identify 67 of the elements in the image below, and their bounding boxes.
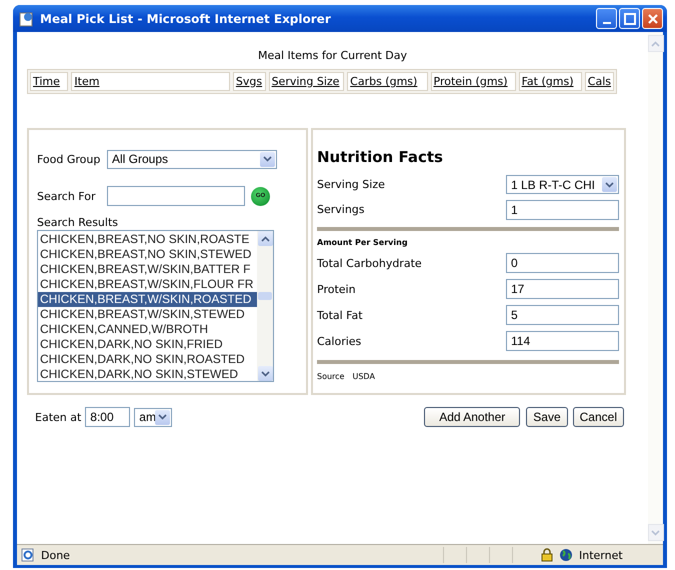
source-label: Source (317, 372, 344, 381)
column-header[interactable]: Time (30, 72, 68, 91)
section-label: Amount Per Serving (317, 238, 409, 247)
scroll-thumb[interactable] (258, 292, 272, 300)
minimize-button[interactable] (596, 8, 617, 29)
page-heading: Meal Items for Current Day (257, 48, 408, 64)
zone-text: Internet (579, 548, 624, 562)
field-label: Calories (317, 334, 362, 348)
list-item[interactable]: CHICKEN,BREAST,W/SKIN,BATTER F (38, 262, 257, 277)
scrollbar[interactable] (257, 231, 273, 381)
list-item[interactable]: CHICKEN,DARK,NO SKIN,FRIED (38, 337, 257, 352)
list-item[interactable]: CHICKEN,BREAST,NO SKIN,STEWED (38, 247, 257, 262)
column-header[interactable]: Carbs (gms) (347, 72, 428, 91)
column-header[interactable]: Svgs (232, 72, 266, 91)
list-item[interactable]: CHICKEN,DARK,NO SKIN,ROASTED (38, 352, 257, 367)
field-label: Serving Size (317, 178, 385, 191)
time-field[interactable]: 8:00 (85, 407, 130, 427)
action-button[interactable]: Save (526, 407, 568, 427)
column-header[interactable]: Serving Size (268, 72, 344, 91)
list-item[interactable]: CHICKEN,BREAST,NO SKIN,ROASTE (38, 232, 257, 247)
column-header[interactable]: Cals (584, 72, 614, 91)
scroll-down-icon (258, 366, 272, 381)
field-label: Food Group (37, 152, 102, 166)
close-button[interactable] (642, 8, 663, 29)
list-label: Search Results (37, 216, 120, 229)
field-label: Total Fat (317, 308, 363, 322)
maximize-icon (624, 12, 636, 24)
list-item[interactable]: CHICKEN,BREAST,W/SKIN,ROASTED (38, 292, 257, 307)
period-select[interactable]: am (134, 408, 172, 426)
nutrient-field[interactable]: 114 (506, 331, 619, 351)
nutrient-field[interactable]: 5 (506, 305, 619, 325)
action-button[interactable]: Add Another (424, 407, 520, 427)
list-item[interactable]: CHICKEN,BREAST,W/SKIN,STEWED (38, 307, 257, 322)
field-label: Eaten at (35, 410, 82, 424)
list-item[interactable]: CHICKEN,BREAST,W/SKIN,FLOUR FR (38, 277, 257, 292)
minimize-icon (602, 22, 610, 24)
scroll-down-icon (648, 524, 664, 541)
column-header[interactable]: Fat (gms) (518, 72, 582, 91)
column-header[interactable]: Item (71, 72, 230, 91)
globe-icon (559, 548, 573, 562)
nutrition-title: Nutrition Facts (317, 148, 444, 166)
column-header[interactable]: Protein (gms) (430, 72, 516, 91)
list-item[interactable]: CHICKEN,CANNED,W/BROTH (38, 322, 257, 337)
field-label: Protein (317, 282, 356, 296)
search-results-list[interactable] (37, 230, 274, 382)
field-label: Search For (37, 190, 96, 202)
page-icon (21, 548, 35, 562)
scroll-up-icon (648, 35, 664, 52)
page-icon (19, 10, 35, 26)
page-scrollbar[interactable] (648, 32, 663, 544)
close-icon (646, 12, 658, 24)
scroll-up-icon (258, 231, 272, 246)
field-label: Total Carbohydrate (317, 256, 422, 270)
serving-size-select[interactable]: 1 LB R-T-C CHI (506, 175, 619, 194)
food-group-select[interactable]: All Groups (107, 150, 277, 168)
list-item[interactable]: CHICKEN,DARK,NO SKIN,STEWED (38, 367, 257, 381)
window-title: Meal Pick List - Microsoft Internet Explorer (40, 12, 332, 26)
field-label: Servings (317, 203, 365, 216)
nutrient-field[interactable]: 0 (506, 253, 619, 273)
status-text: Done (41, 548, 71, 562)
lock-icon (541, 548, 553, 562)
maximize-button[interactable] (619, 8, 640, 29)
action-button[interactable]: Cancel (572, 407, 624, 427)
servings-field[interactable]: 1 (506, 200, 619, 220)
search-field[interactable] (107, 186, 245, 206)
nutrient-field[interactable]: 17 (506, 279, 619, 299)
source-value: USDA (352, 372, 375, 381)
